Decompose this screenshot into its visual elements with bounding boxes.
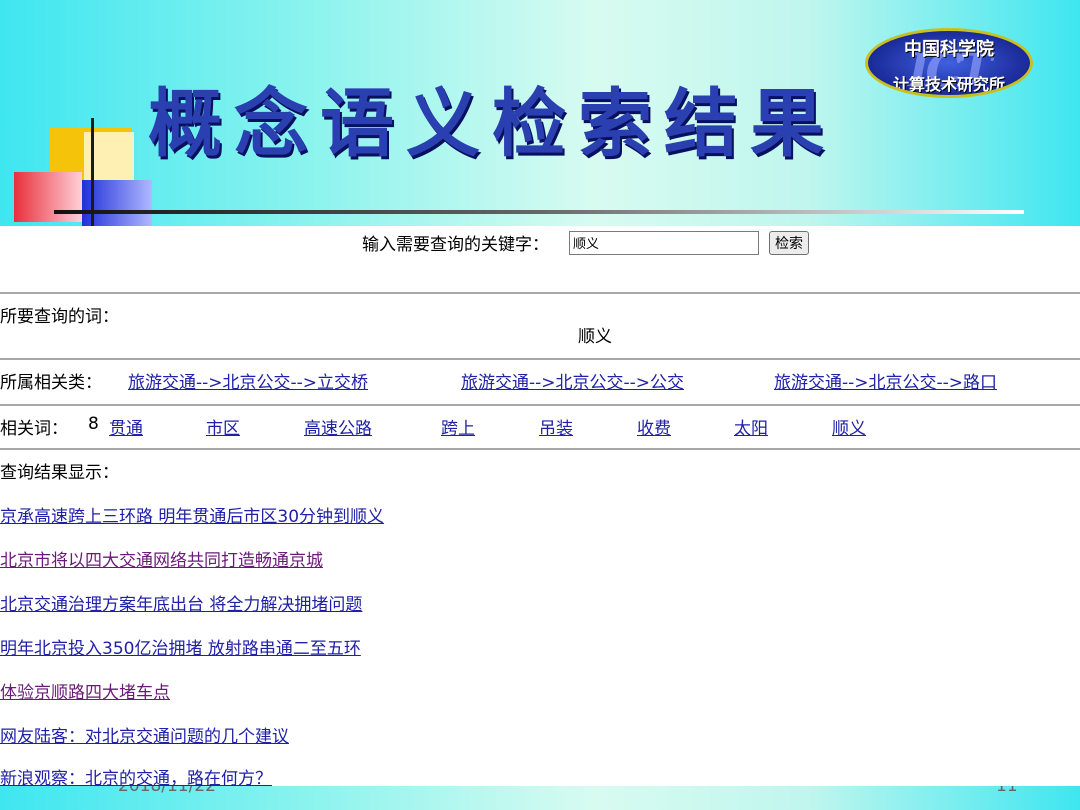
related-word-link[interactable]: 收费 (637, 414, 671, 439)
related-count: 8 (88, 414, 99, 434)
search-button[interactable]: 检索 (769, 230, 809, 255)
divider (0, 448, 1080, 450)
related-label: 相关词： (0, 419, 68, 439)
search-label: 输入需要查询的关键字： (362, 235, 549, 255)
divider (0, 404, 1080, 406)
category-link[interactable]: 旅游交通-->北京公交-->公交 (461, 368, 684, 393)
search-results-page: 输入需要查询的关键字： 检索 所要查询的词： 顺义 所属相关类： 旅游交通-->… (0, 226, 1080, 786)
result-link[interactable]: 明年北京投入350亿治拥堵 放射路串通二至五环 (0, 634, 361, 659)
category-link[interactable]: 旅游交通-->北京公交-->路口 (774, 368, 997, 393)
related-word-link[interactable]: 太阳 (734, 414, 768, 439)
search-input[interactable] (569, 230, 759, 255)
result-link[interactable]: 网友陆客：对北京交通问题的几个建议 (0, 722, 289, 747)
slide-title: 概念语义检索结果 (148, 81, 836, 167)
results-label: 查询结果显示： (0, 463, 119, 483)
divider (0, 292, 1080, 294)
result-link[interactable]: 北京交通治理方案年底出台 将全力解决拥堵问题 (0, 590, 362, 615)
decor-red-square (14, 172, 82, 222)
related-word-link[interactable]: 顺义 (832, 414, 866, 439)
result-link[interactable]: 新浪观察：北京的交通，路在何方？ (0, 764, 272, 786)
search-form: 输入需要查询的关键字： 检索 (362, 230, 809, 255)
ict-logo: ICT 中国科学院 计算技术研究所 (865, 28, 1033, 98)
query-label: 所要查询的词： (0, 307, 119, 327)
related-word-link[interactable]: 高速公路 (304, 414, 372, 439)
result-link[interactable]: 北京市将以四大交通网络共同打造畅通京城 (0, 546, 323, 571)
query-word: 顺义 (578, 327, 612, 347)
slide-page-number: 11 (996, 786, 1016, 794)
related-word-link[interactable]: 市区 (206, 414, 240, 439)
related-word-link[interactable]: 跨上 (441, 414, 475, 439)
related-word-link[interactable]: 贯通 (109, 414, 143, 439)
logo-text-bottom: 计算技术研究所 (892, 75, 1005, 94)
result-link[interactable]: 体验京顺路四大堵车点 (0, 678, 170, 703)
related-word-link[interactable]: 吊装 (539, 414, 573, 439)
category-link[interactable]: 旅游交通-->北京公交-->立交桥 (128, 368, 368, 393)
result-link[interactable]: 京承高速跨上三环路 明年贯通后市区30分钟到顺义 (0, 502, 384, 527)
categories-label: 所属相关类： (0, 373, 102, 393)
logo-text-top: 中国科学院 (904, 39, 994, 60)
divider (0, 358, 1080, 360)
decor-horizontal-line (54, 210, 1024, 214)
slide-date: 2018/11/22 (118, 786, 228, 794)
